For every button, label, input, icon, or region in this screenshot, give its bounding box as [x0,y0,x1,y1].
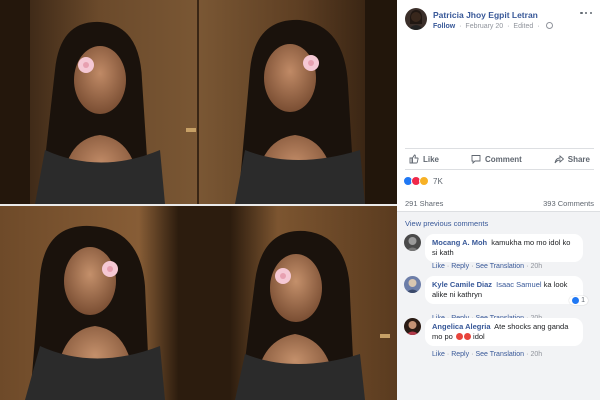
comments-count[interactable]: 393 Comments [543,199,594,208]
post-meta: Follow · February 20 · Edited · [433,22,553,30]
comment-like-link[interactable]: Like [432,351,445,358]
see-translation-link[interactable]: See Translation [475,263,524,270]
comment-reaction-count: 1 [581,297,585,304]
comment-item: Mocang A. Moh kamukha mo mo idol ko si k… [404,234,594,274]
comment-reply-link[interactable]: Reply [451,263,469,270]
comment-button[interactable]: Comment [471,154,522,164]
commenter-name[interactable]: Kyle Camile Diaz [432,280,492,289]
meta-separator: · [459,23,462,30]
post-photo-bottom[interactable] [0,206,397,400]
photo-top-image [0,0,397,204]
like-button[interactable]: Like [409,154,439,164]
comment-icon [471,155,481,164]
wow-reaction-icon [419,176,429,186]
comment-actions: Like·Reply·See Translation·20h [432,351,543,358]
post-side-panel: Patricia Jhoy Egpit Letran Follow · Febr… [397,0,600,400]
share-label: Share [567,154,590,164]
post-stats: 291 Shares 393 Comments [405,199,594,208]
meta-separator: · [537,23,540,30]
comment-label: Comment [484,154,522,164]
heart-eyes-emoji-icon [455,333,463,340]
commenter-name[interactable]: Angelica Alegria [432,322,491,331]
reaction-count[interactable]: 7K [433,177,443,186]
comment-reply-link[interactable]: Reply [451,351,469,358]
post-photo-area[interactable] [0,0,397,400]
comment-time[interactable]: 20h [530,351,542,358]
author-avatar[interactable] [405,8,427,30]
like-label: Like [423,154,440,164]
comments-section: View previous comments Mocang A. Moh kam… [397,212,600,400]
comment-bubble: Kyle Camile Diaz Isaac Samuel ka look al… [425,276,583,304]
comment-bubble: Mocang A. Moh kamukha mo mo idol ko si k… [425,234,583,262]
see-translation-link[interactable]: See Translation [475,351,524,358]
heart-eyes-emoji-icon [463,333,471,340]
comment-item: Kyle Camile Diaz Isaac Samuel ka look al… [404,276,594,322]
comment-text-after: idol [473,332,485,341]
post-date[interactable]: February 20 [465,23,503,30]
like-reaction-icon [572,297,580,304]
comment-reaction-badge[interactable]: 1 [569,296,588,305]
ellipsis-icon[interactable] [580,10,592,16]
comment-bubble: Angelica Alegria Ate shocks ang ganda mo… [425,318,583,346]
shares-count[interactable]: 291 Shares [405,199,443,208]
author-name[interactable]: Patricia Jhoy Egpit Letran [433,10,538,20]
photo-bottom-image [0,206,397,400]
tagged-user[interactable]: Isaac Samuel [496,280,541,289]
post-header: Patricia Jhoy Egpit Letran Follow · Febr… [405,8,594,34]
share-button[interactable]: Share [554,154,590,164]
commenter-avatar[interactable] [404,276,421,293]
thumbs-up-icon [409,154,419,164]
edited-label[interactable]: Edited [513,23,533,30]
share-arrow-icon [554,155,564,164]
comment-item: Angelica Alegria Ate shocks ang ganda mo… [404,318,594,358]
reactions-summary[interactable]: 7K [403,176,443,186]
post-action-bar: Like Comment Share [405,148,594,170]
commenter-name[interactable]: Mocang A. Moh [432,238,487,247]
comment-actions: Like·Reply·See Translation·20h [432,263,543,270]
post-photo-top[interactable] [0,0,397,204]
comment-time[interactable]: 20h [530,263,542,270]
comment-like-link[interactable]: Like [432,263,445,270]
follow-link[interactable]: Follow [433,23,455,30]
commenter-avatar[interactable] [404,234,421,251]
commenter-avatar[interactable] [404,318,421,335]
globe-icon[interactable] [545,22,553,29]
meta-separator: · [507,23,510,30]
view-previous-comments-link[interactable]: View previous comments [405,219,488,228]
